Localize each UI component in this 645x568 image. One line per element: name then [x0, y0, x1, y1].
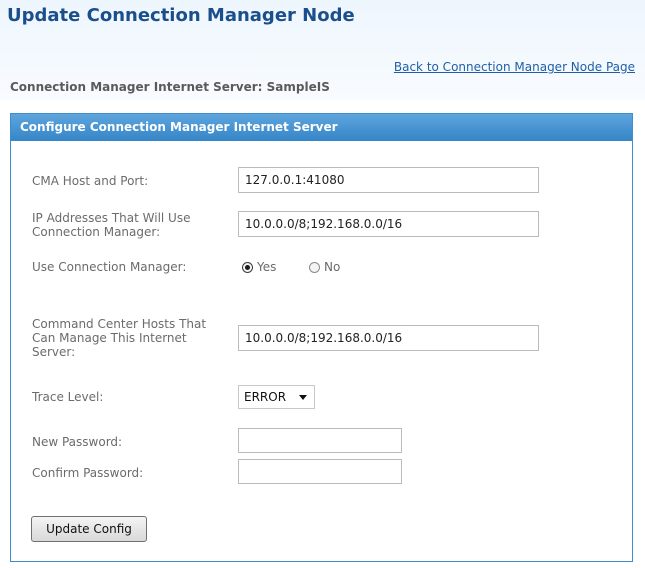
use-cm-yes-option[interactable]: Yes [242, 259, 276, 275]
new-password-input[interactable] [238, 428, 402, 453]
use-connection-manager-label: Use Connection Manager: [32, 260, 187, 274]
confirm-password-input[interactable] [238, 459, 402, 484]
new-password-label: New Password: [32, 435, 123, 449]
radio-unchecked-icon[interactable] [309, 261, 320, 273]
confirm-password-label: Confirm Password: [32, 466, 144, 480]
command-center-hosts-label: Command Center Hosts That Can Manage Thi… [32, 317, 207, 359]
trace-level-value: ERROR [244, 390, 287, 404]
command-center-hosts-input[interactable] [238, 325, 539, 351]
cma-host-port-input[interactable] [238, 167, 539, 193]
back-to-node-page-link[interactable]: Back to Connection Manager Node Page [394, 60, 635, 74]
ip-addresses-input[interactable] [238, 211, 539, 237]
radio-checked-icon[interactable] [242, 261, 253, 273]
use-cm-yes-label: Yes [257, 260, 277, 274]
page-title: Update Connection Manager Node [7, 5, 355, 26]
trace-level-select[interactable]: ERROR [238, 385, 315, 409]
use-cm-no-option[interactable]: No [309, 259, 340, 275]
config-panel: Configure Connection Manager Internet Se… [10, 113, 633, 562]
chevron-down-icon [299, 395, 307, 400]
ip-addresses-label: IP Addresses That Will Use Connection Ma… [32, 211, 191, 239]
trace-level-label: Trace Level: [32, 390, 104, 404]
use-cm-no-label: No [324, 260, 341, 274]
server-name-line: Connection Manager Internet Server: Samp… [10, 80, 330, 94]
panel-header: Configure Connection Manager Internet Se… [11, 114, 632, 141]
cma-host-port-label: CMA Host and Port: [32, 174, 149, 188]
update-config-button[interactable]: Update Config [31, 516, 147, 542]
